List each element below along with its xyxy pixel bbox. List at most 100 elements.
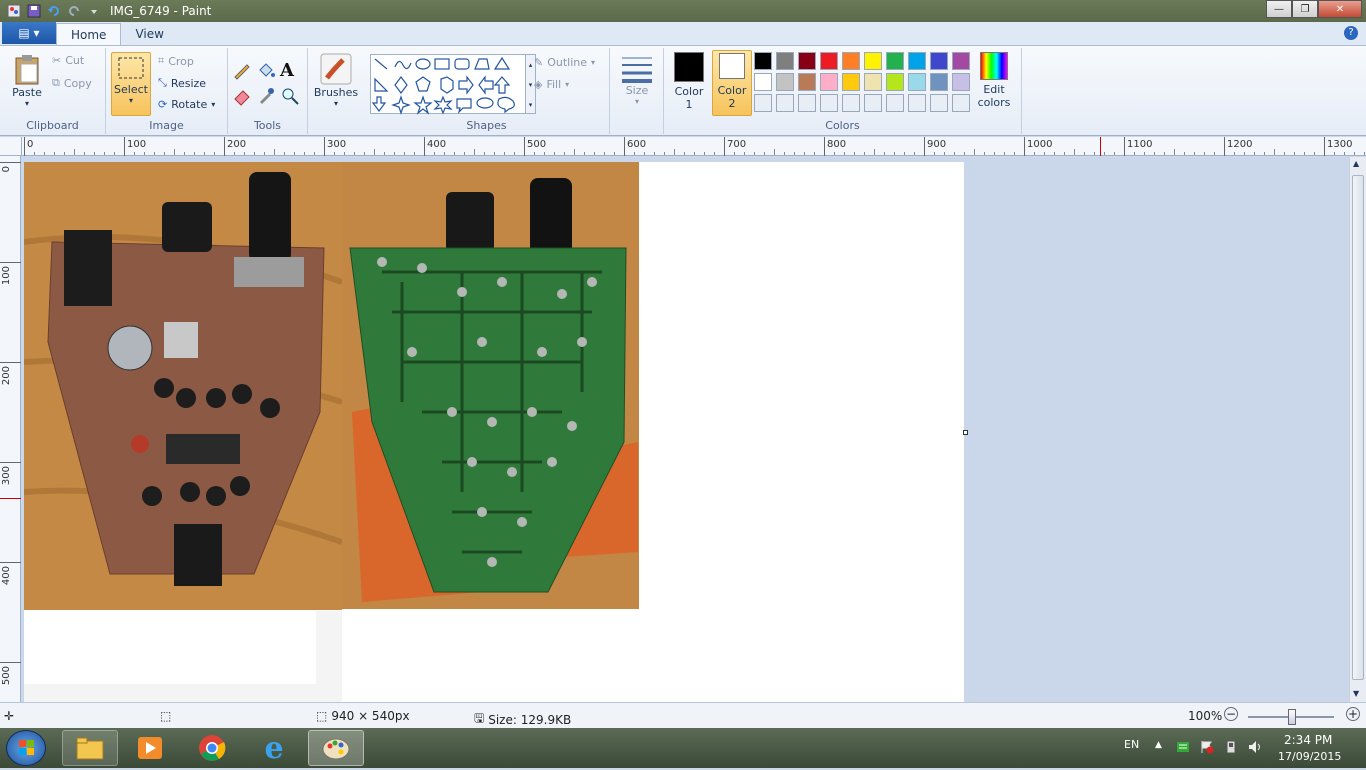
fill-tool[interactable] <box>256 60 276 80</box>
zoom-slider-thumb[interactable] <box>1288 709 1296 725</box>
color2-button[interactable]: Color 2 <box>712 50 752 116</box>
tab-home[interactable]: Home <box>56 23 122 45</box>
pencil-tool[interactable] <box>232 60 252 80</box>
brushes-group: Brushes ▾ <box>308 48 364 134</box>
palette-swatch[interactable] <box>930 52 948 70</box>
select-button[interactable]: Select ▾ <box>111 52 151 116</box>
zoom-in-button[interactable]: + <box>1346 707 1360 721</box>
palette-swatch[interactable] <box>930 73 948 91</box>
palette-swatch[interactable] <box>952 73 970 91</box>
language-indicator[interactable]: EN <box>1124 738 1139 751</box>
resize-button[interactable]: ⤡ Resize <box>158 76 206 90</box>
minimize-button[interactable]: — <box>1266 0 1292 18</box>
clipboard-group: Paste ▾ ✂ Cut ⧉ Copy Clipboard <box>0 48 106 134</box>
palette-swatch[interactable] <box>952 52 970 70</box>
palette-swatch[interactable] <box>908 73 926 91</box>
maximize-button[interactable]: ❐ <box>1292 0 1318 18</box>
palette-swatch[interactable] <box>798 94 816 112</box>
clock-date[interactable]: 17/09/2015 <box>1278 750 1341 763</box>
outline-button[interactable]: ✎ Outline ▾ <box>534 56 595 69</box>
palette-swatch[interactable] <box>886 52 904 70</box>
save-icon[interactable] <box>26 3 42 19</box>
taskbar-explorer[interactable] <box>62 730 118 766</box>
help-icon[interactable]: ? <box>1344 26 1358 40</box>
close-button[interactable]: ✕ <box>1318 0 1362 18</box>
zoom-out-button[interactable]: − <box>1224 707 1238 721</box>
tray-device-icon[interactable] <box>1224 740 1238 757</box>
customize-toolbar-icon[interactable] <box>86 3 102 19</box>
fill-button[interactable]: ◈ Fill ▾ <box>534 78 569 91</box>
copy-button[interactable]: ⧉ Copy <box>52 76 92 90</box>
palette-swatch[interactable] <box>908 94 926 112</box>
edit-colors-button[interactable]: Edit colors <box>974 52 1014 109</box>
fill-icon: ◈ <box>534 78 543 91</box>
palette-swatch[interactable] <box>776 73 794 91</box>
palette-swatch[interactable] <box>886 73 904 91</box>
paste-button[interactable]: Paste ▾ <box>8 52 46 108</box>
text-tool[interactable]: A <box>280 60 294 81</box>
palette-swatch[interactable] <box>820 94 838 112</box>
scroll-up-icon[interactable]: ▲ <box>1353 159 1359 168</box>
palette-swatch[interactable] <box>776 94 794 112</box>
palette-swatch[interactable] <box>754 94 772 112</box>
palette-swatch[interactable] <box>864 94 882 112</box>
magnifier-tool[interactable] <box>280 86 300 106</box>
palette-swatch[interactable] <box>930 94 948 112</box>
drawing-canvas[interactable] <box>24 162 968 702</box>
ruler-minor-tick <box>1194 152 1195 155</box>
ruler-minor-tick <box>254 152 255 155</box>
brushes-button[interactable]: Brushes ▾ <box>314 52 358 108</box>
ruler-minor-tick <box>1134 152 1135 155</box>
shapes-gallery[interactable] <box>370 54 526 115</box>
palette-swatch[interactable] <box>952 94 970 112</box>
scroll-thumb[interactable] <box>1352 175 1364 680</box>
palette-swatch[interactable] <box>754 73 772 91</box>
redo-icon[interactable] <box>66 3 82 19</box>
palette-swatch[interactable] <box>908 52 926 70</box>
ruler-tick <box>924 137 925 156</box>
edit-colors-label2: colors <box>977 96 1011 109</box>
rotate-button[interactable]: ⟳ Rotate ▾ <box>158 98 215 111</box>
color1-button[interactable]: Color 1 <box>670 52 708 111</box>
crop-button[interactable]: ⌗ Crop <box>158 54 194 68</box>
canvas-resize-handle[interactable] <box>963 430 968 435</box>
show-hidden-icons[interactable]: ▲ <box>1155 740 1162 750</box>
palette-swatch[interactable] <box>842 94 860 112</box>
tray-flag-icon[interactable] <box>1200 740 1214 757</box>
clock-time[interactable]: 2:34 PM <box>1284 733 1332 747</box>
color-picker-tool[interactable] <box>256 86 276 106</box>
paint-menu-button[interactable]: ▤ ▾ <box>2 22 56 44</box>
palette-swatch[interactable] <box>798 52 816 70</box>
palette-swatch[interactable] <box>776 52 794 70</box>
tray-network-icon[interactable] <box>1176 740 1190 757</box>
taskbar-media-player[interactable] <box>122 730 178 766</box>
palette-swatch[interactable] <box>820 52 838 70</box>
scroll-down-icon[interactable]: ▼ <box>1353 689 1359 698</box>
size-button[interactable]: Size ▾ <box>616 52 658 106</box>
palette-swatch[interactable] <box>798 73 816 91</box>
cut-button[interactable]: ✂ Cut <box>52 54 84 67</box>
taskbar-paint[interactable] <box>308 730 364 766</box>
palette-swatch[interactable] <box>864 73 882 91</box>
tab-view[interactable]: View <box>121 23 177 45</box>
ruler-minor-tick <box>34 152 35 155</box>
palette-swatch[interactable] <box>864 52 882 70</box>
start-button[interactable] <box>6 730 46 766</box>
tray-volume-icon[interactable] <box>1248 740 1264 757</box>
palette-swatch[interactable] <box>886 94 904 112</box>
palette-swatch[interactable] <box>842 73 860 91</box>
paste-label: Paste <box>12 86 42 99</box>
zoom-in-icon: + <box>1346 707 1360 721</box>
paint-app-icon[interactable] <box>6 3 22 19</box>
vertical-scrollbar[interactable]: ▲ ▼ <box>1349 157 1366 702</box>
ruler-minor-tick <box>294 152 295 155</box>
palette-swatch[interactable] <box>820 73 838 91</box>
eraser-tool[interactable] <box>232 86 252 106</box>
taskbar-chrome[interactable] <box>184 730 240 766</box>
ruler-minor-tick <box>594 152 595 155</box>
taskbar-internet-explorer[interactable]: e <box>246 730 302 766</box>
ruler-minor-tick <box>504 152 505 155</box>
palette-swatch[interactable] <box>842 52 860 70</box>
palette-swatch[interactable] <box>754 52 772 70</box>
undo-icon[interactable] <box>46 3 62 19</box>
